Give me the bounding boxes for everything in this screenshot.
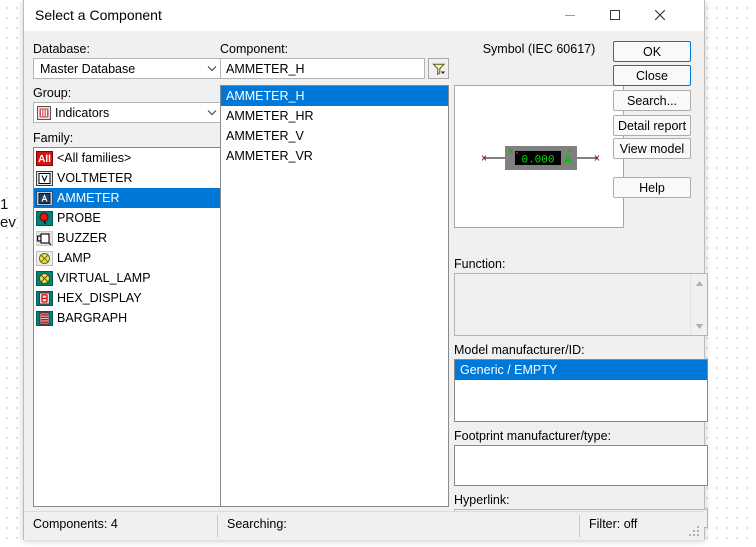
family-list-item-label: HEX_DISPLAY [57,291,142,305]
family-list-item-bargraph[interactable]: BARGRAPH [34,308,222,328]
close-dialog-button[interactable]: Close [613,65,691,86]
maximize-icon [610,10,620,20]
resize-grip[interactable] [689,526,701,538]
model-list-item-0[interactable]: Generic / EMPTY [455,360,707,380]
hex-display-icon [36,290,53,307]
dialog-body: Database: Master Database Group: Indicat… [24,32,708,540]
family-list-item-probe[interactable]: PROBE [34,208,222,228]
dialog-title: Select a Component [35,7,162,23]
chevron-down-icon [202,109,222,116]
component-list-item-label: AMMETER_VR [226,149,313,163]
scroll-down-icon[interactable] [691,318,707,334]
close-icon [654,9,666,21]
status-searching: Searching: [227,517,287,531]
family-list-item-voltmeter[interactable]: VOLTMETER [34,168,222,188]
family-listbox[interactable]: All <All families> VOLTMETER AMMETER PRO… [33,147,223,507]
indicators-icon [34,105,53,120]
group-combobox-value: Indicators [55,105,110,120]
svg-text:0.000: 0.000 [521,155,554,167]
component-label: Component: [220,42,289,56]
family-list-item-label: AMMETER [57,191,120,205]
background-text-line-1: 1 [0,196,9,213]
scroll-up-icon[interactable] [691,275,707,291]
chevron-down-icon [202,65,222,72]
status-divider-2 [579,515,580,537]
buzzer-icon [36,230,53,247]
ammeter-symbol: 0.000 A [482,146,600,170]
component-list-item-label: AMMETER_HR [226,109,314,123]
all-families-icon: All [36,150,53,167]
help-button[interactable]: Help [613,177,691,198]
family-list-item-label: <All families> [57,151,132,165]
probe-icon [36,210,53,227]
maximize-button[interactable] [593,0,637,30]
component-list-item-2[interactable]: AMMETER_V [221,126,448,146]
database-combobox-value: Master Database [40,61,136,76]
function-textarea[interactable] [454,273,708,336]
voltmeter-icon [36,170,53,187]
model-list-item-label: Generic / EMPTY [460,363,558,377]
search-button[interactable]: Search... [613,90,691,111]
ok-button[interactable]: OK [613,41,691,62]
component-list-item-0[interactable]: AMMETER_H [221,86,448,106]
component-list-item-1[interactable]: AMMETER_HR [221,106,448,126]
view-model-button[interactable]: View model [613,138,691,159]
family-label: Family: [33,131,74,145]
svg-text:All: All [38,154,51,165]
component-search-input[interactable]: AMMETER_H [220,58,425,79]
status-components-count: Components: 4 [33,517,118,531]
bargraph-icon [36,310,53,327]
component-list-item-label: AMMETER_V [226,129,304,143]
family-list-item-ammeter[interactable]: AMMETER [34,188,222,208]
family-list-item-hex-display[interactable]: HEX_DISPLAY [34,288,222,308]
symbol-preview-pane: 0.000 A [454,85,624,228]
family-list-item-lamp[interactable]: LAMP [34,248,222,268]
family-list-item-label: BARGRAPH [57,311,128,325]
database-combobox[interactable]: Master Database [33,58,223,79]
family-list-item-virtual-lamp[interactable]: VIRTUAL_LAMP [34,268,222,288]
family-list-item-label: VIRTUAL_LAMP [57,271,151,285]
virtual-lamp-icon [36,270,53,287]
detail-report-button[interactable]: Detail report [613,115,691,136]
select-component-dialog: Select a Component Database: Master Data… [23,0,708,540]
filter-icon [431,63,445,75]
status-filter: Filter: off [589,517,638,531]
hyperlink-label: Hyperlink: [454,493,510,507]
status-divider-1 [217,515,218,537]
family-list-item-buzzer[interactable]: BUZZER [34,228,222,248]
model-manufacturer-label: Model manufacturer/ID: [454,343,585,357]
component-list-item-label: AMMETER_H [226,89,305,103]
background-partial-text: 1 ev [0,196,16,232]
footprint-listbox[interactable] [454,445,708,486]
svg-text:A: A [564,154,572,166]
minimize-button[interactable] [548,0,592,30]
family-list-item-label: BUZZER [57,231,107,245]
function-scrollbar[interactable] [690,274,707,335]
dialog-titlebar[interactable]: Select a Component [24,0,704,32]
family-list-item-label: PROBE [57,211,101,225]
close-button[interactable] [638,0,682,30]
database-label: Database: [33,42,90,56]
component-list-item-3[interactable]: AMMETER_VR [221,146,448,166]
function-label: Function: [454,257,506,271]
background-text-line-2: ev [0,214,16,231]
symbol-label: Symbol (IEC 60617) [482,42,596,56]
status-bar: Components: 4 Searching: Filter: off [24,511,704,540]
lamp-icon [36,250,53,267]
component-listbox[interactable]: AMMETER_H AMMETER_HR AMMETER_V AMMETER_V… [220,85,449,507]
ammeter-icon [36,190,53,207]
filter-button[interactable] [428,58,449,79]
footprint-label: Footprint manufacturer/type: [454,429,612,443]
group-combobox[interactable]: Indicators [33,102,223,123]
family-list-item-label: LAMP [57,251,92,265]
model-manufacturer-listbox[interactable]: Generic / EMPTY [454,359,708,422]
minimize-icon [565,15,575,16]
group-label: Group: [33,86,72,100]
family-list-item-label: VOLTMETER [57,171,133,185]
family-list-item-all[interactable]: All <All families> [34,148,222,168]
